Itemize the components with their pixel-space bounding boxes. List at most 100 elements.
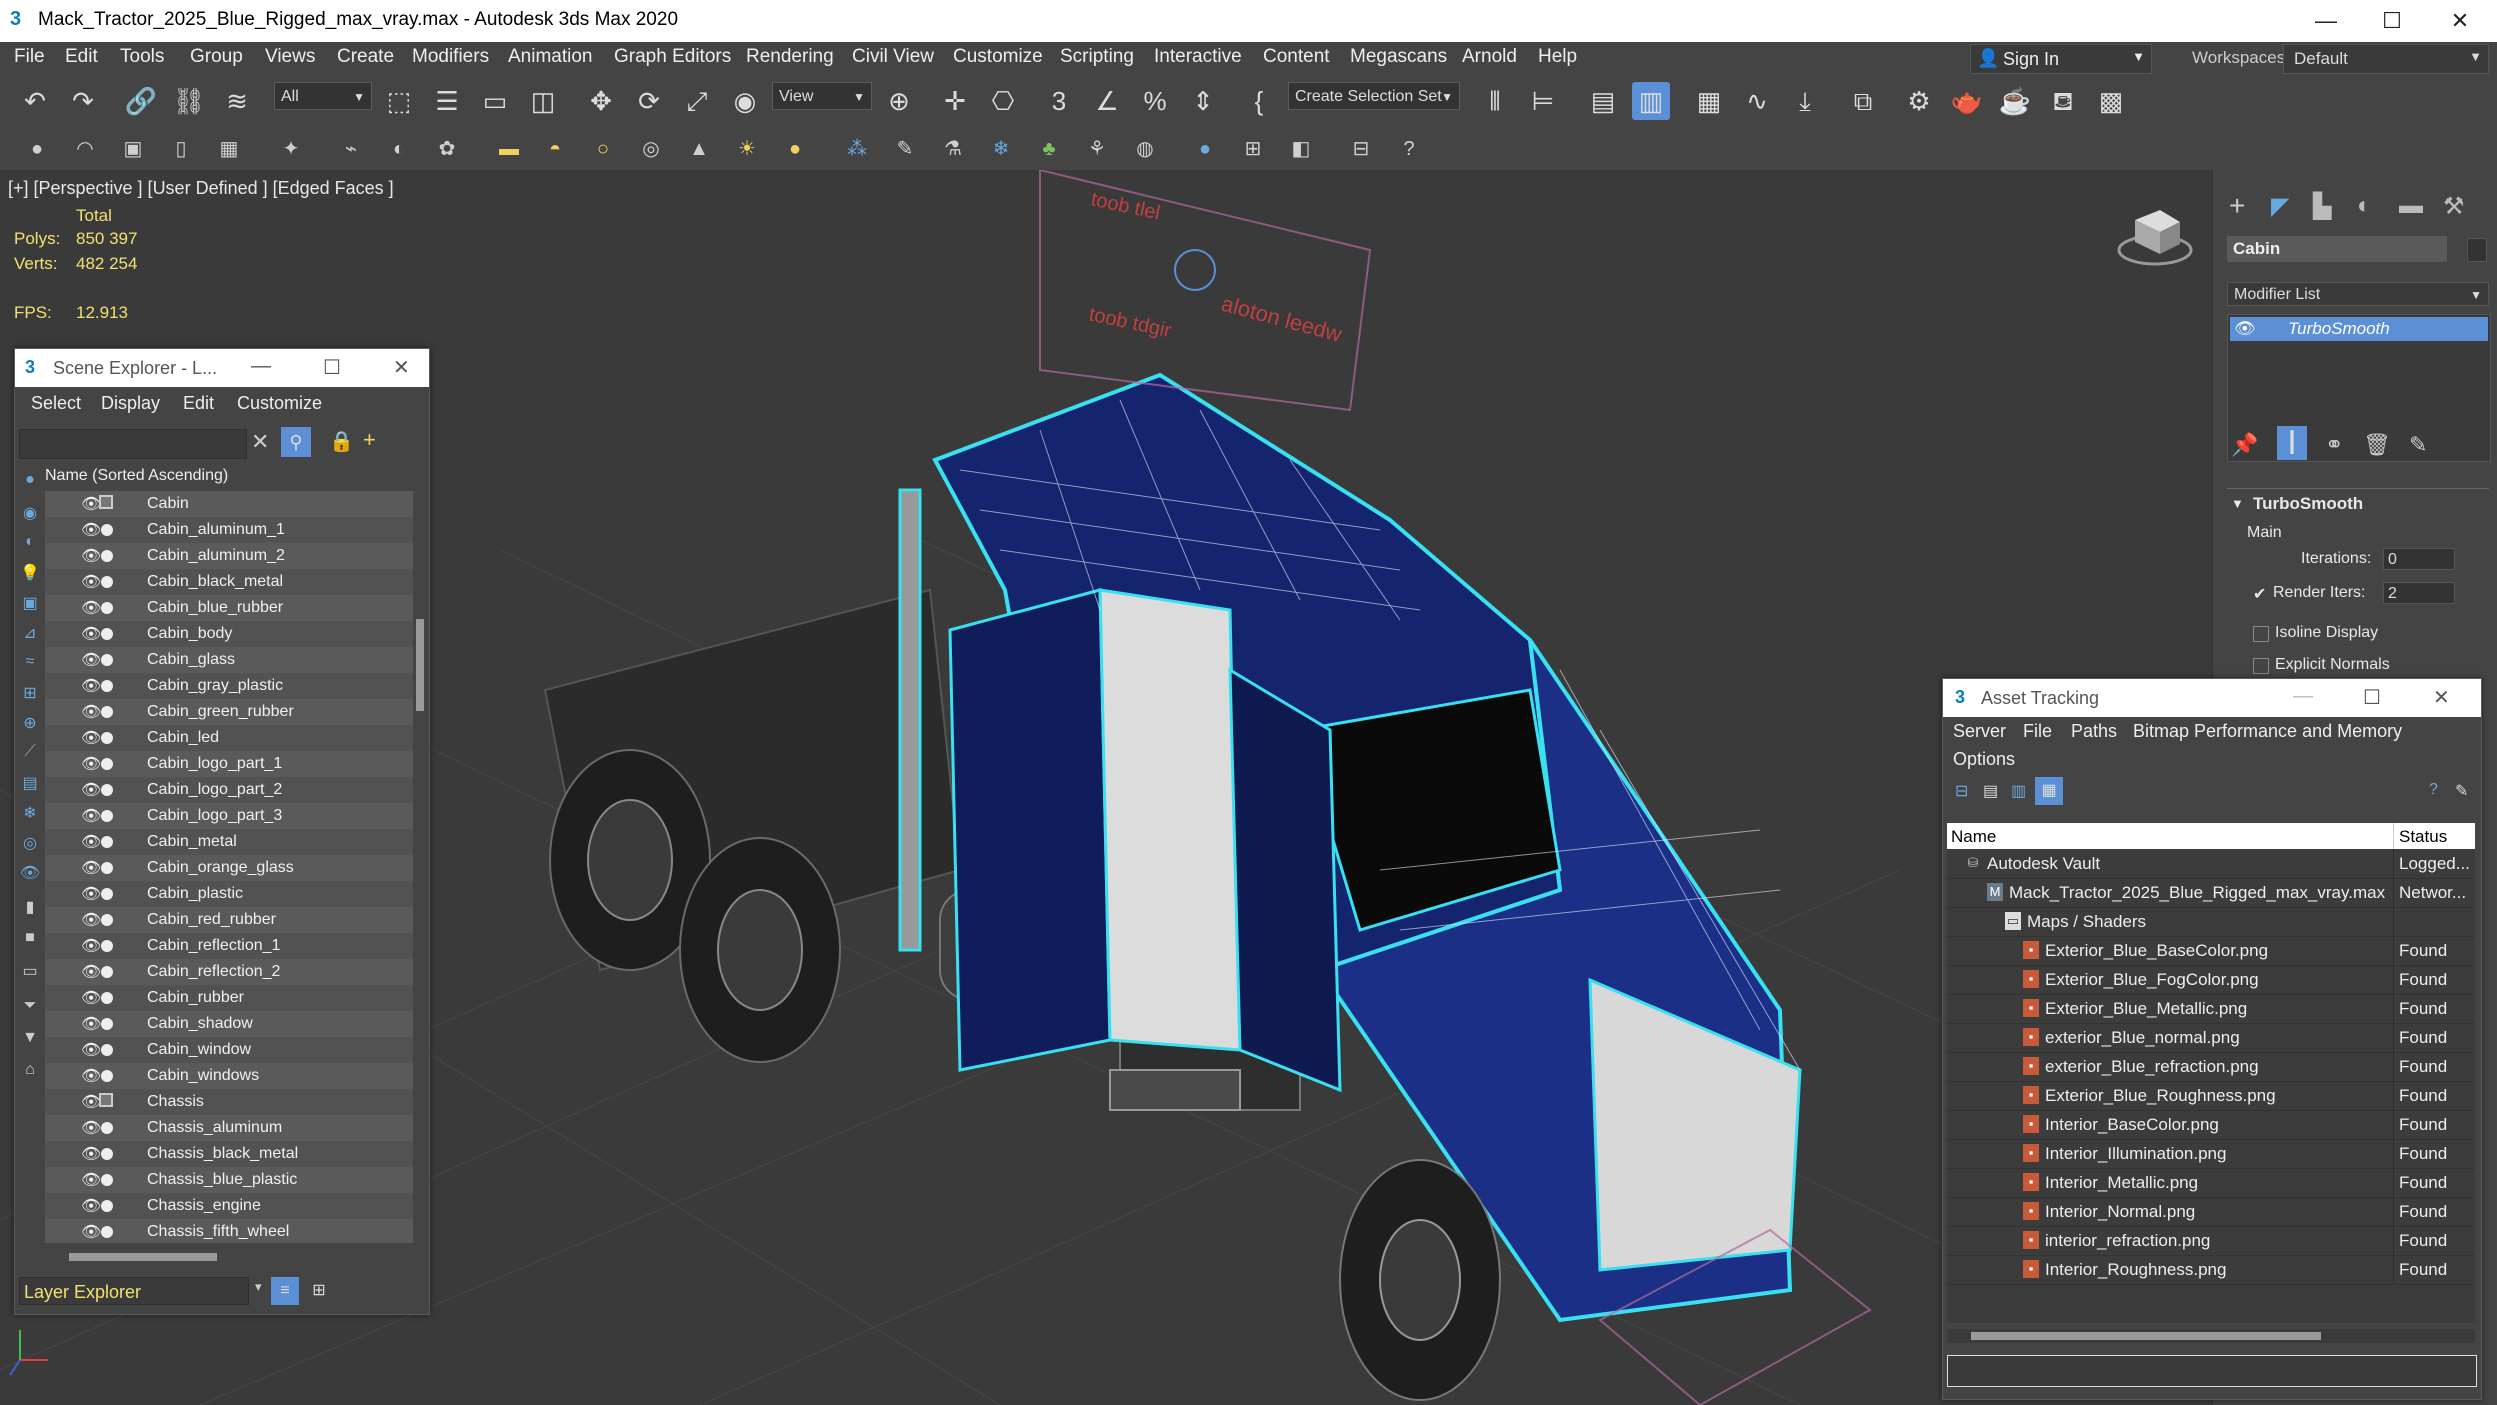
asset-row[interactable]: ▪ Exterior_Blue_BaseColor.png Found — [1947, 936, 2475, 966]
menu-scripting[interactable]: Scripting — [1060, 46, 1134, 68]
visibility-eye-icon[interactable]: 👁 — [81, 754, 101, 774]
scene-object-row[interactable]: 👁 Cabin_shadow — [45, 1011, 415, 1037]
visibility-eye-icon[interactable]: 👁 — [81, 988, 101, 1008]
window-crossing-icon[interactable]: ◫ — [524, 82, 562, 120]
visibility-eye-icon[interactable]: 👁 — [81, 650, 101, 670]
cloth-icon[interactable]: ⚗ — [938, 134, 968, 164]
asset-tracking-titlebar[interactable]: 3 Asset Tracking — ☐ ✕ — [1943, 679, 2481, 717]
display-lights-icon[interactable]: 💡 — [19, 563, 41, 585]
hierarchy-tab-icon[interactable]: ▙ — [2313, 192, 2331, 221]
close-button[interactable]: ✕ — [2433, 685, 2450, 710]
scene-object-row[interactable]: 👁 Chassis_engine — [45, 1193, 415, 1219]
at-menu-options[interactable]: Options — [1953, 749, 2015, 770]
se-scroll-thumb[interactable] — [416, 619, 424, 711]
help-icon[interactable]: ? — [1394, 134, 1424, 164]
snaps-toggle-icon[interactable]: 3 — [1040, 82, 1078, 120]
particle-icon[interactable]: ⁂ — [842, 134, 872, 164]
explorer-type-select[interactable]: Layer Explorer — [19, 1277, 249, 1305]
visibility-eye-icon[interactable]: 👁 — [81, 676, 101, 696]
create-spacewarp-icon[interactable]: ✿ — [432, 134, 462, 164]
display-geometry-icon[interactable]: ◉ — [19, 503, 41, 525]
pin-stack-icon[interactable]: 📌 — [2231, 432, 2258, 458]
fur-icon[interactable]: ⚘ — [1082, 134, 1112, 164]
motion-tab-icon[interactable]: ◐ — [2357, 192, 2372, 220]
render-setup-icon[interactable]: 🫖 — [1948, 82, 1986, 120]
spinner-snap-icon[interactable]: ⇕ — [1184, 82, 1222, 120]
keyboard-shortcut-icon[interactable]: ⎔ — [984, 82, 1022, 120]
display-doc-icon[interactable]: ▭ — [19, 961, 41, 983]
asset-row[interactable]: ▪ interior_refraction.png Found — [1947, 1226, 2475, 1256]
create-tab-icon[interactable]: + — [2229, 190, 2245, 222]
asset-row[interactable]: ▪ Interior_Normal.png Found — [1947, 1197, 2475, 1227]
asset-row[interactable]: ▪ Exterior_Blue_Metallic.png Found — [1947, 994, 2475, 1024]
render-in-cloud-icon[interactable]: ▩ — [2092, 82, 2130, 120]
display-eye-icon[interactable]: 👁 — [19, 863, 41, 885]
create-box-icon[interactable]: ▣ — [118, 134, 148, 164]
add-layer-icon[interactable]: + — [363, 427, 376, 453]
proxy-icon[interactable]: ⊞ — [1238, 134, 1268, 164]
asset-row[interactable]: ▭ Maps / Shaders — [1947, 907, 2475, 937]
omni-light-icon[interactable]: ● — [780, 134, 810, 164]
material-sphere-icon[interactable]: ● — [1190, 134, 1220, 164]
visibility-eye-icon[interactable]: 👁 — [81, 962, 101, 982]
display-bones-icon[interactable]: ⟋ — [19, 743, 41, 765]
toggle-ribbon-icon[interactable]: ▦ — [1690, 82, 1728, 120]
display-groups-icon[interactable]: ⊞ — [19, 683, 41, 705]
at-menu-bitmap[interactable]: Bitmap Performance and Memory — [2133, 721, 2402, 742]
visibility-eye-icon[interactable]: 👁 — [81, 624, 101, 644]
redo-icon[interactable]: ↷ — [64, 82, 102, 120]
percent-snap-icon[interactable]: % — [1136, 82, 1174, 120]
visibility-eye-icon[interactable]: 👁 — [81, 1040, 101, 1060]
at-menu-file[interactable]: File — [2023, 721, 2052, 742]
display-containers-icon[interactable]: ▤ — [19, 773, 41, 795]
display-all-icon[interactable]: ● — [19, 471, 41, 493]
lock-icon[interactable]: 🔒 — [329, 429, 354, 454]
scene-explorer-titlebar[interactable]: 3 Scene Explorer - L... — ☐ ✕ — [15, 349, 429, 387]
chevron-down-icon[interactable]: ▾ — [255, 1279, 262, 1295]
unlink-icon[interactable]: ⛓ — [170, 82, 208, 120]
filter-funnel-icon[interactable]: ⏷ — [19, 997, 41, 1019]
display-box-icon[interactable]: ■ — [19, 929, 41, 951]
asset-row[interactable]: ▪ exterior_Blue_refraction.png Found — [1947, 1052, 2475, 1082]
se-menu-customize[interactable]: Customize — [237, 393, 322, 414]
asset-row[interactable]: ▪ Interior_Illumination.png Found — [1947, 1139, 2475, 1169]
modifier-stack-item[interactable]: 👁 TurboSmooth — [2230, 317, 2488, 341]
scene-object-row[interactable]: 👁 Chassis — [45, 1089, 415, 1115]
display-frozen-icon[interactable]: ❄ — [19, 803, 41, 825]
schematic-view-icon[interactable]: ⧉ — [1844, 82, 1882, 120]
visibility-eye-icon[interactable]: 👁 — [81, 1170, 101, 1190]
visibility-eye-icon[interactable]: 👁 — [81, 1014, 101, 1034]
material-editor-icon[interactable]: ⚙ — [1900, 82, 1938, 120]
maximize-button[interactable]: ☐ — [2363, 685, 2381, 710]
create-ring-icon[interactable]: ◎ — [636, 134, 666, 164]
asset-row[interactable]: ▪ exterior_Blue_normal.png Found — [1947, 1023, 2475, 1053]
scene-object-row[interactable]: 👁 Cabin_glass — [45, 647, 415, 673]
menu-animation[interactable]: Animation — [508, 46, 593, 68]
menu-graph-editors[interactable]: Graph Editors — [614, 46, 731, 68]
rollout-title[interactable]: TurboSmooth — [2253, 494, 2363, 514]
undo-icon[interactable]: ↶ — [16, 82, 54, 120]
display-xrefs-icon[interactable]: ⊕ — [19, 713, 41, 735]
tree-view-icon[interactable]: ▦ — [2035, 777, 2063, 805]
mirror-icon[interactable]: ⫴ — [1476, 82, 1514, 120]
display-helpers-icon[interactable]: ⊿ — [19, 623, 41, 645]
create-cone-icon[interactable]: ▲ — [684, 134, 714, 164]
scene-object-row[interactable]: 👁 Cabin_reflection_1 — [45, 933, 415, 959]
se-hscroll-thumb[interactable] — [69, 1253, 217, 1261]
select-by-name-icon[interactable]: ☰ — [428, 82, 466, 120]
se-menu-edit[interactable]: Edit — [183, 393, 214, 414]
workspaces-select[interactable]: Default ▼ — [2283, 44, 2489, 74]
close-button[interactable]: ✕ — [393, 355, 410, 380]
reference-coordinate-dropdown[interactable]: View ▼ — [772, 82, 872, 110]
angle-snap-icon[interactable]: ∠ — [1088, 82, 1126, 120]
asset-row[interactable]: ▪ Interior_BaseColor.png Found — [1947, 1110, 2475, 1140]
create-plane-icon[interactable]: ▬ — [494, 134, 524, 164]
create-panel-icon[interactable]: ▯ — [166, 134, 196, 164]
hair-icon[interactable]: ✎ — [890, 134, 920, 164]
visibility-eye-icon[interactable]: 👁 — [81, 728, 101, 748]
menu-views[interactable]: Views — [265, 46, 315, 68]
scene-object-row[interactable]: 👁 Cabin_green_rubber — [45, 699, 415, 725]
menu-arnold[interactable]: Arnold — [1462, 46, 1517, 68]
scene-object-row[interactable]: 👁 Cabin_led — [45, 725, 415, 751]
scene-object-row[interactable]: 👁 Cabin_logo_part_1 — [45, 751, 415, 777]
